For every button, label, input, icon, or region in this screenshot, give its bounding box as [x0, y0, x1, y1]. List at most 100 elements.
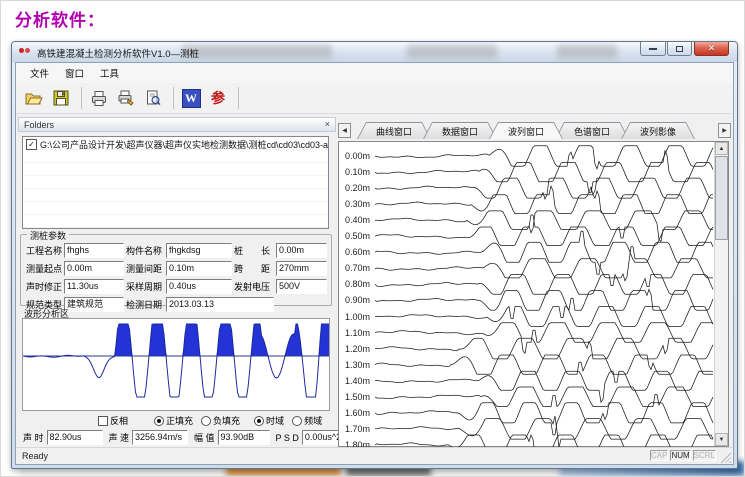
- depth-label: 1.60m: [345, 408, 375, 418]
- tab-face: 波列窗口: [490, 123, 562, 139]
- param-field[interactable]: 270mm: [276, 261, 327, 276]
- param-field[interactable]: 2013.03.13: [166, 297, 274, 312]
- file-checkbox[interactable]: ✓: [26, 139, 37, 150]
- depth-label: 0.90m: [345, 295, 375, 305]
- file-list-item[interactable]: ✓ G:\公司产品设计开发\超声仪器\超声仪实地检测数据\测桩cd\cd03\c…: [23, 137, 328, 152]
- window-title: 高铁建混凝土检测分析软件V1.0—测桩: [37, 46, 199, 60]
- export-word-button[interactable]: W: [179, 86, 203, 110]
- depth-label: 1.00m: [345, 312, 375, 322]
- param-field[interactable]: 500V: [276, 279, 327, 294]
- status-indicators: CAPNUMSCRL: [650, 450, 718, 462]
- print-button[interactable]: [87, 86, 111, 110]
- scrollbar-thumb[interactable]: [715, 156, 728, 240]
- toolbar: W 参: [16, 83, 733, 114]
- folders-panel-title: Folders: [24, 120, 54, 130]
- waveform-analysis-plot[interactable]: [22, 318, 330, 411]
- parameters-button[interactable]: 参: [206, 86, 230, 110]
- radio-icon: [292, 416, 302, 426]
- tab-scroll-left-button[interactable]: ◀: [338, 123, 351, 138]
- param-field[interactable]: fhghs: [64, 243, 124, 258]
- scroll-down-icon: ▼: [719, 437, 725, 443]
- readout-value[interactable]: 93.90dB: [218, 430, 270, 445]
- wave-trace: [375, 323, 713, 354]
- invert-checkbox[interactable]: 反相: [98, 414, 128, 427]
- readout-label: 声 速: [109, 431, 130, 444]
- depth-label: 0.40m: [345, 215, 375, 225]
- depth-label: 1.20m: [345, 344, 375, 354]
- wave-train-display[interactable]: 0.00m0.10m0.20m0.30m0.40m0.50m0.60m0.70m…: [338, 141, 729, 447]
- minimize-button[interactable]: [640, 42, 666, 56]
- menu-item-2[interactable]: 工具: [92, 64, 127, 82]
- readout-label: P S D: [276, 433, 299, 443]
- tab-label: 曲线窗口: [376, 125, 412, 138]
- wave-trace: [375, 307, 713, 327]
- client-area: 文件窗口工具: [15, 62, 734, 465]
- status-message: Ready: [16, 451, 650, 461]
- close-button[interactable]: ✕: [694, 42, 729, 56]
- param-field[interactable]: 0.00m: [64, 261, 124, 276]
- param-label: 采样周期: [126, 280, 164, 293]
- tab-scroll-right-button[interactable]: ▶: [718, 123, 731, 138]
- left-arrow-icon: ◀: [342, 127, 347, 134]
- param-field[interactable]: 11.30us: [64, 279, 124, 294]
- fill-radio-1[interactable]: 负填充: [201, 414, 240, 427]
- title-bar[interactable]: 高铁建混凝土检测分析软件V1.0—测桩 ✕: [12, 42, 737, 62]
- folders-panel-header[interactable]: Folders ×: [18, 117, 336, 132]
- indicator-num: NUM: [670, 450, 690, 461]
- open-folder-icon: [24, 88, 44, 108]
- param-field[interactable]: 建筑规范: [64, 297, 124, 312]
- param-label: 工程名称: [26, 244, 62, 257]
- vertical-scrollbar[interactable]: ▲ ▼: [714, 142, 728, 446]
- print-setup-button[interactable]: [114, 86, 138, 110]
- param-label: 桩 长: [234, 244, 274, 257]
- fill-radio-0[interactable]: 正填充: [154, 414, 193, 427]
- domain-radio-0[interactable]: 时域: [254, 414, 284, 427]
- tab-face: 色谱窗口: [556, 123, 628, 139]
- save-floppy-icon: [51, 88, 71, 108]
- page-heading: 分析软件：: [15, 6, 105, 31]
- readout-value[interactable]: 82.90us: [47, 430, 103, 445]
- pile-parameters-group: 测桩参数 工程名称fhghs构件名称fhgkdsg桩 长0.00m测量起点0.0…: [20, 234, 332, 306]
- wave-trace: [375, 186, 713, 214]
- invert-label: 反相: [110, 414, 128, 427]
- save-button[interactable]: [49, 86, 73, 110]
- tab-2[interactable]: 波列窗口: [489, 122, 563, 139]
- toolbar-separator: [173, 87, 174, 109]
- param-label: 声时修正: [26, 280, 62, 293]
- print-preview-button[interactable]: [141, 86, 165, 110]
- word-icon: W: [182, 89, 201, 108]
- tab-4[interactable]: 波列影像: [621, 122, 695, 139]
- tab-bar: ◀ 曲线窗口数据窗口波列窗口色谱窗口波列影像 ▶: [338, 121, 731, 139]
- tab-label: 波列影像: [640, 125, 676, 138]
- menu-item-0[interactable]: 文件: [22, 64, 57, 82]
- tab-0[interactable]: 曲线窗口: [357, 122, 431, 139]
- param-field[interactable]: 0.40us: [166, 279, 232, 294]
- print-setup-icon: [116, 88, 136, 108]
- scroll-up-button[interactable]: ▲: [715, 142, 728, 155]
- param-field[interactable]: 0.10m: [166, 261, 232, 276]
- radio-icon: [254, 416, 264, 426]
- indicator-scrl: SCRL: [693, 450, 716, 461]
- domain-radio-1[interactable]: 频域: [292, 414, 322, 427]
- depth-label: 0.10m: [345, 167, 375, 177]
- scroll-down-button[interactable]: ▼: [715, 433, 728, 446]
- wave-traces-svg: [375, 143, 715, 451]
- menu-item-1[interactable]: 窗口: [57, 64, 92, 82]
- file-list[interactable]: ✓ G:\公司产品设计开发\超声仪器\超声仪实地检测数据\测桩cd\cd03\c…: [22, 136, 329, 229]
- maximize-button[interactable]: [667, 42, 692, 56]
- toolbar-separator: [238, 87, 239, 109]
- param-label: 跨 距: [234, 262, 274, 275]
- app-icon: [19, 46, 33, 58]
- depth-label: 0.20m: [345, 183, 375, 193]
- panel-close-icon[interactable]: ×: [325, 120, 330, 129]
- wave-trace: [375, 215, 713, 246]
- readout-value[interactable]: 3256.94m/s: [132, 430, 188, 445]
- open-button[interactable]: [22, 86, 46, 110]
- tab-1[interactable]: 数据窗口: [423, 122, 497, 139]
- param-field[interactable]: fhgkdsg: [166, 243, 232, 258]
- param-field[interactable]: 0.00m: [276, 243, 327, 258]
- resize-grip[interactable]: [720, 452, 731, 463]
- depth-label: 0.50m: [345, 231, 375, 241]
- tab-3[interactable]: 色谱窗口: [555, 122, 629, 139]
- param-label: 检测日期: [126, 298, 164, 311]
